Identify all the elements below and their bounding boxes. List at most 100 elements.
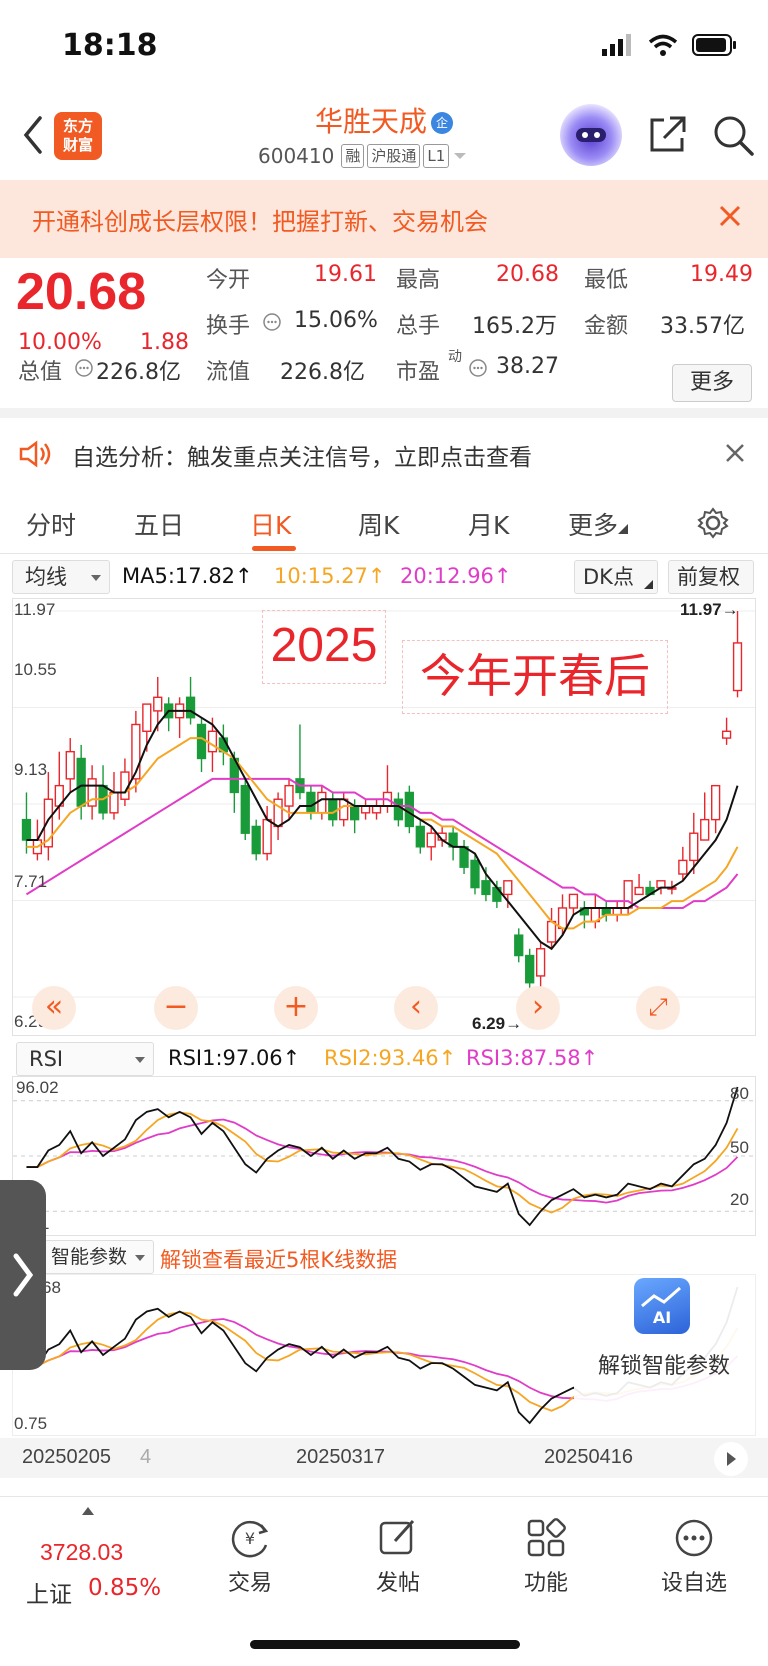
candle — [185, 676, 196, 725]
scroll-left-fast-button[interactable]: « — [32, 986, 76, 1030]
wifi-icon — [648, 34, 678, 56]
candle — [623, 880, 633, 915]
tag-level: L1 — [423, 144, 450, 168]
scroll-left-button[interactable]: ‹ — [394, 986, 438, 1030]
promo-banner[interactable]: 开通科创成长层权限！把握打新、交易机会 — [0, 180, 768, 258]
unlock-smart-param-card[interactable]: AI 解锁智能参数 — [574, 1276, 754, 1416]
open-value: 19.61 — [314, 262, 377, 287]
candle — [426, 826, 436, 861]
rsi-chart[interactable] — [12, 1076, 756, 1236]
unlock-k-line-link[interactable]: 解锁查看最近5根K线数据 — [160, 1244, 397, 1274]
rsi-select[interactable]: RSI — [16, 1042, 154, 1076]
tab-weekly-k[interactable]: 周K — [358, 506, 399, 542]
quote-panel: 20.68 10.00% 1.88 今开 19.61 最高 20.68 最低 1… — [0, 258, 768, 408]
high-value: 20.68 — [496, 262, 559, 287]
turnover-value: 15.06% — [294, 308, 378, 333]
share-icon[interactable] — [646, 114, 688, 156]
candle — [514, 928, 524, 963]
smart-axis-min: 0.75 — [14, 1414, 48, 1433]
candle — [448, 826, 458, 861]
close-icon[interactable] — [714, 200, 746, 232]
volume-label: 总手 — [396, 314, 441, 339]
post-button[interactable]: 发帖 — [338, 1515, 458, 1597]
scroll-right-button[interactable]: › — [516, 986, 560, 1030]
nav-bar: 东方 财富 华胜天成企 600410 融 沪股通 L1 — [0, 96, 768, 180]
main-indicator-select[interactable]: 均线 — [12, 560, 110, 594]
tab-more[interactable]: 更多 — [568, 506, 629, 542]
candle — [295, 724, 305, 800]
tab-daily-k[interactable]: 日K — [250, 506, 291, 542]
max-price-marker: 11.97→ — [680, 600, 739, 619]
info-icon[interactable] — [468, 358, 488, 378]
tab-monthly-k[interactable]: 月K — [468, 506, 509, 542]
status-icons — [602, 34, 738, 56]
more-quote-button[interactable]: 更多 — [672, 364, 752, 402]
candle — [371, 799, 382, 820]
rsi-line — [26, 1111, 739, 1214]
candle — [404, 785, 414, 834]
gear-icon[interactable] — [696, 506, 730, 540]
high-label: 最高 — [396, 268, 441, 293]
date-label: 20250205 — [22, 1446, 111, 1468]
tag-connect: 沪股通 — [367, 144, 421, 168]
ma10-value: 10:15.27↑ — [274, 564, 386, 588]
candle — [174, 697, 185, 739]
tab-intraday[interactable]: 分时 — [26, 506, 76, 542]
ai-assistant-avatar[interactable] — [560, 104, 622, 166]
speaker-icon — [19, 440, 51, 468]
candle — [98, 765, 108, 820]
search-icon[interactable] — [712, 114, 754, 156]
stock-code-row[interactable]: 600410 融 沪股通 L1 — [258, 144, 468, 168]
play-right-icon — [727, 1452, 736, 1466]
dk-point-select[interactable]: DK点 — [574, 560, 658, 594]
rsi-level-20: 20 — [730, 1190, 749, 1209]
candle — [601, 901, 611, 922]
caret-down-icon — [135, 1255, 145, 1261]
candle — [360, 799, 371, 820]
candle — [721, 717, 732, 745]
index-percent: 0.85% — [88, 1575, 162, 1601]
notice-text: 自选分析：触发重点关注信号，立即点击查看 — [72, 445, 532, 471]
add-watchlist-button[interactable]: 设自选 — [634, 1515, 754, 1597]
candle — [732, 611, 743, 698]
price-axis-tick: 7.71 — [14, 872, 48, 891]
battery-icon — [692, 34, 736, 56]
zoom-in-button[interactable]: + — [274, 986, 318, 1030]
analysis-notice[interactable]: 自选分析：触发重点关注信号，立即点击查看 — [0, 418, 768, 488]
tag-margin: 融 — [341, 144, 365, 168]
fullscreen-button[interactable]: ⤢ — [636, 986, 680, 1030]
rsi2-value: RSI2:93.46↑ — [324, 1046, 457, 1070]
zoom-out-button[interactable]: − — [154, 986, 198, 1030]
status-time: 18:18 — [62, 28, 158, 63]
candle — [196, 717, 207, 773]
info-icon[interactable] — [74, 358, 94, 378]
candle — [339, 792, 349, 827]
date-label: 4 — [140, 1446, 152, 1468]
promo-text: 开通科创成长层权限！把握打新、交易机会 — [32, 208, 488, 236]
home-indicator — [250, 1640, 520, 1649]
rsi-legend-row: RSI RSI1:97.06↑ RSI2:93.46↑ RSI3:87.58↑ — [0, 1040, 768, 1080]
rsi1-value: RSI1:97.06↑ — [168, 1046, 301, 1070]
open-label: 今开 — [206, 268, 251, 293]
close-icon[interactable] — [722, 440, 748, 466]
adjust-select[interactable]: 前复权 — [668, 560, 754, 594]
chevron-right-icon — [13, 1253, 34, 1297]
features-button[interactable]: 功能 — [486, 1515, 606, 1597]
date-label: 20250416 — [544, 1446, 633, 1468]
change-amount: 1.88 — [140, 330, 189, 355]
yen-cycle-icon: ¥ — [231, 1520, 269, 1558]
smart-param-select[interactable]: 智能参数 — [44, 1240, 154, 1274]
candle — [415, 819, 425, 854]
candle — [240, 778, 250, 841]
price-axis-max: 11.97 — [14, 600, 56, 619]
trade-button[interactable]: ¥ 交易 — [190, 1515, 310, 1597]
scroll-right-date-button[interactable] — [714, 1442, 748, 1476]
divider — [0, 408, 768, 418]
amount-value: 33.57亿 — [660, 314, 745, 339]
info-icon[interactable] — [262, 312, 282, 332]
side-drawer-handle[interactable] — [0, 1180, 46, 1370]
corner-arrow-icon — [618, 524, 629, 534]
verified-badge: 企 — [431, 112, 453, 134]
tab-five-day[interactable]: 五日 — [134, 506, 184, 542]
caret-down-icon — [91, 575, 101, 581]
